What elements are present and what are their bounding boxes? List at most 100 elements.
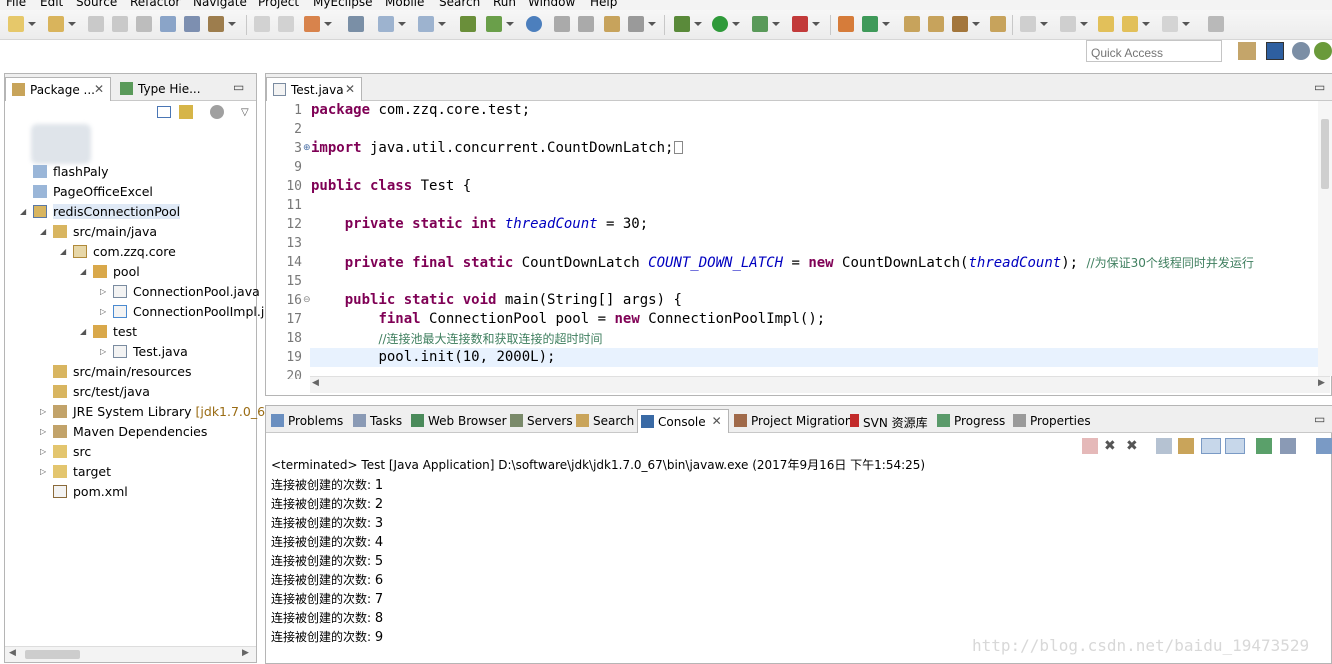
expand-fold-icon[interactable]: ⊕ [303, 143, 311, 153]
collapsed-arrow-icon[interactable]: ▷ [100, 347, 106, 356]
code-line-10[interactable]: public class Test { [311, 178, 471, 194]
console-output-line[interactable]: 连接被创建的次数: 4 [271, 533, 383, 550]
new-project-icon[interactable] [48, 16, 76, 32]
debug-icon[interactable] [674, 16, 702, 32]
editor-vertical-scrollbar[interactable] [1318, 101, 1332, 376]
globe-icon[interactable] [526, 16, 542, 32]
debug-perspective-icon[interactable] [1314, 42, 1332, 60]
console-output-line[interactable]: 连接被创建的次数: 2 [271, 495, 383, 512]
minimize-icon[interactable]: ▭ [233, 80, 244, 94]
new-icon[interactable] [8, 16, 36, 32]
tab-search[interactable]: Search [573, 409, 634, 433]
collapsed-arrow-icon[interactable]: ▷ [100, 287, 106, 296]
link-with-editor-icon[interactable] [179, 105, 193, 119]
team-icon[interactable] [460, 16, 476, 32]
tab-web-browser[interactable]: Web Browser [408, 409, 507, 433]
collapse-fold-icon[interactable]: ⊖ [303, 295, 311, 305]
horizontal-scrollbar[interactable]: ◀ ▶ [5, 646, 256, 662]
menu-refactor[interactable]: Refactor [130, 0, 180, 9]
undo-icon[interactable] [254, 16, 270, 32]
scroll-lock-icon[interactable] [1178, 438, 1194, 454]
tab-problems[interactable]: Problems [268, 409, 343, 433]
close-icon[interactable]: ✕ [712, 414, 722, 428]
expanded-arrow-icon[interactable]: ◢ [80, 267, 86, 276]
menu-project[interactable]: Project [258, 0, 299, 9]
save-all-icon[interactable] [112, 16, 128, 32]
tab-type-hierarchy[interactable]: Type Hie... [114, 77, 224, 101]
console-output-line[interactable]: 连接被创建的次数: 9 [271, 628, 383, 645]
quick-access-input[interactable] [1086, 40, 1222, 62]
console-output-line[interactable]: 连接被创建的次数: 8 [271, 609, 383, 626]
menu-navigate[interactable]: Navigate [193, 0, 247, 9]
console-output-line[interactable]: 连接被创建的次数: 6 [271, 571, 383, 588]
redo-icon[interactable] [278, 16, 294, 32]
menu-window[interactable]: Window [528, 0, 575, 9]
scroll-left-icon[interactable]: ◀ [312, 378, 319, 388]
minimize-icon[interactable]: ▭ [1314, 412, 1325, 426]
expanded-arrow-icon[interactable]: ◢ [80, 327, 86, 336]
open-perspective-icon[interactable] [1238, 42, 1256, 60]
code-line-14[interactable]: private final static CountDownLatch COUN… [311, 254, 1254, 271]
show-on-output-icon[interactable] [1225, 438, 1245, 454]
remove-launch-icon[interactable]: ✖ [1104, 438, 1120, 454]
scrollbar-thumb[interactable] [25, 650, 80, 659]
tab-servers[interactable]: Servers [507, 409, 573, 433]
chevron-down-icon[interactable]: ▽ [241, 107, 249, 118]
collapsed-arrow-icon[interactable]: ▷ [40, 447, 46, 456]
tab-progress[interactable]: Progress [934, 409, 1005, 433]
code-line-17[interactable]: final ConnectionPool pool = new Connecti… [311, 311, 825, 327]
scroll-right-icon[interactable]: ▶ [242, 648, 249, 658]
display-console-icon[interactable] [1280, 438, 1296, 454]
code-line-19[interactable]: pool.init(10, 2000L); [311, 349, 555, 365]
menu-mobile[interactable]: Mobile [385, 0, 424, 9]
console-output-line[interactable]: 连接被创建的次数: 5 [271, 552, 383, 569]
tab-svn[interactable]: SVN 资源库 [847, 409, 928, 433]
open-console-icon[interactable] [1316, 438, 1332, 454]
expanded-arrow-icon[interactable]: ◢ [60, 247, 66, 256]
open-folder-icon[interactable] [904, 16, 920, 32]
minimize-icon[interactable]: ▭ [1314, 80, 1325, 94]
remove-all-terminated-icon[interactable]: ✖ [1126, 438, 1142, 454]
scroll-left-icon[interactable]: ◀ [9, 648, 16, 658]
scroll-right-icon[interactable]: ▶ [1318, 378, 1325, 388]
deploy-icon[interactable] [160, 16, 176, 32]
db-icon[interactable] [628, 16, 656, 32]
external-tools-icon[interactable] [792, 16, 820, 32]
code-line-3[interactable]: import java.util.concurrent.CountDownLat… [311, 140, 684, 156]
prev-annotation-icon[interactable] [1060, 16, 1088, 32]
collapsed-arrow-icon[interactable]: ▷ [40, 467, 46, 476]
collapsed-arrow-icon[interactable]: ▷ [40, 407, 46, 416]
tab-test-java[interactable]: Test.java ✕ [266, 77, 362, 101]
annotation-icon[interactable] [990, 16, 1006, 32]
word-wrap-icon[interactable] [1201, 438, 1221, 454]
back-icon[interactable] [1122, 16, 1150, 32]
expanded-arrow-icon[interactable]: ◢ [20, 207, 26, 216]
open-project-icon[interactable] [928, 16, 944, 32]
server-icon[interactable] [184, 16, 200, 32]
menu-myeclipse[interactable]: MyEclipse [313, 0, 373, 9]
collapse-all-icon[interactable] [157, 106, 171, 118]
menu-file[interactable]: File [6, 0, 26, 9]
tasks-toolbar-icon[interactable] [952, 16, 980, 32]
report-icon[interactable] [604, 16, 620, 32]
image-icon[interactable] [554, 16, 570, 32]
browser-icon[interactable] [348, 16, 364, 32]
tools-icon[interactable] [208, 16, 236, 32]
code-line-1[interactable]: package com.zzq.core.test; [311, 102, 530, 118]
open-type-icon[interactable] [378, 16, 406, 32]
new-server-icon[interactable] [838, 16, 854, 32]
last-edit-icon[interactable] [1098, 16, 1114, 32]
save-icon[interactable] [88, 16, 104, 32]
menu-help[interactable]: Help [590, 0, 617, 9]
collapsed-arrow-icon[interactable]: ▷ [40, 427, 46, 436]
collapsed-arrow-icon[interactable]: ▷ [100, 307, 106, 316]
close-icon[interactable]: ✕ [94, 82, 104, 96]
menu-source[interactable]: Source [76, 0, 117, 9]
code-line-12[interactable]: private static int threadCount = 30; [311, 216, 648, 232]
folded-imports-icon[interactable] [674, 141, 684, 154]
print-icon[interactable] [136, 16, 152, 32]
menu-run[interactable]: Run [493, 0, 516, 9]
java-perspective-icon[interactable] [1266, 42, 1284, 60]
console-output-line[interactable]: 连接被创建的次数: 1 [271, 476, 383, 493]
tab-project-migration[interactable]: Project Migration [731, 409, 852, 433]
